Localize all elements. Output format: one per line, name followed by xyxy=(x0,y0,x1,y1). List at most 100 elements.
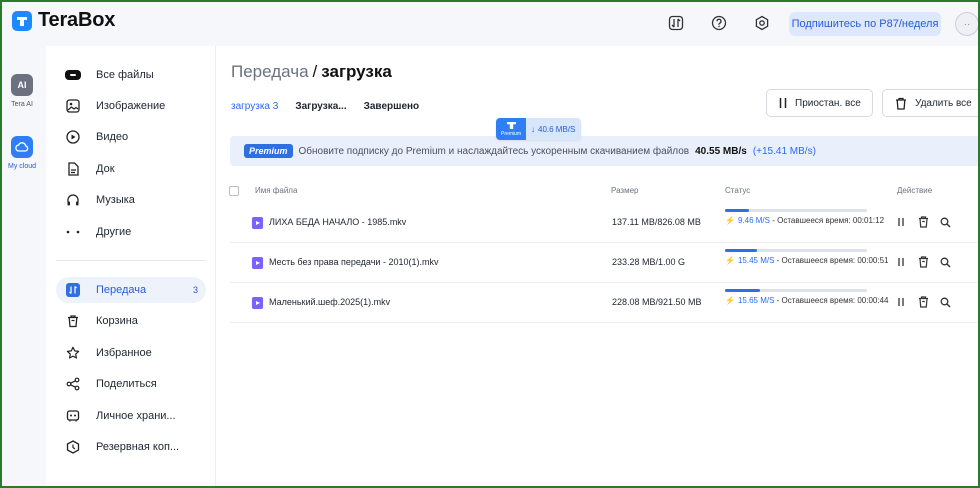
transfer-icon xyxy=(64,281,82,299)
sidebar-item-trash[interactable]: Корзина xyxy=(56,308,206,334)
progress-fill xyxy=(725,249,758,252)
locate-icon[interactable] xyxy=(939,295,951,309)
sidebar: Все файлы Изображение Видео Док Музыка Д… xyxy=(46,46,216,488)
premium-chip-speed: ↓ 40.6 MB/S xyxy=(526,118,582,140)
video-icon xyxy=(64,128,82,146)
time-remaining: - Оставшееся время: 00:01:12 xyxy=(769,216,885,225)
progress-bar xyxy=(725,249,867,252)
file-size: 137.11 MB/826.08 MB xyxy=(612,217,701,227)
file-size: 228.08 MB/921.50 MB xyxy=(612,297,702,307)
locate-icon[interactable] xyxy=(939,255,951,269)
sidebar-item-label: Корзина xyxy=(96,315,138,327)
tab-completed[interactable]: Завершено xyxy=(364,101,420,112)
sidebar-item-other[interactable]: Другие xyxy=(56,219,206,245)
settings-icon[interactable] xyxy=(751,12,773,34)
delete-icon[interactable] xyxy=(917,295,929,309)
sidebar-item-all-files[interactable]: Все файлы xyxy=(56,62,206,88)
rail-item-tera-ai[interactable]: AI Tera AI xyxy=(0,74,44,108)
sidebar-item-label: Резервная коп... xyxy=(96,441,180,453)
sidebar-item-images[interactable]: Изображение xyxy=(56,93,206,119)
speed-bolt-icon: ⚡ xyxy=(725,256,735,265)
sidebar-item-favorites[interactable]: Избранное xyxy=(56,340,206,366)
pause-icon[interactable] xyxy=(895,255,907,269)
sidebar-item-private-vault[interactable]: Личное храни... xyxy=(56,403,206,429)
sidebar-item-backup[interactable]: Резервная коп... xyxy=(56,434,206,460)
sidebar-item-label: Изображение xyxy=(96,100,166,112)
video-file-icon xyxy=(252,297,263,309)
sidebar-divider xyxy=(56,260,206,261)
rail-label: My cloud xyxy=(7,163,36,170)
delete-icon[interactable] xyxy=(917,215,929,229)
sidebar-item-video[interactable]: Видео xyxy=(56,124,206,150)
premium-speed-chip[interactable]: Premium ↓ 40.6 MB/S xyxy=(496,118,582,140)
download-speed: 15.65 M/S xyxy=(737,296,775,305)
subscribe-button[interactable]: Подпишитесь по P87/неделя xyxy=(789,12,941,36)
cloud-icon xyxy=(11,136,33,158)
file-name: Маленький.шеф.2025(1).mkv xyxy=(269,297,391,307)
file-size: 233.28 MB/1.00 G xyxy=(612,257,686,267)
delete-all-label: Удалить все xyxy=(915,97,972,109)
download-speed: 15.45 M/S xyxy=(737,256,775,265)
download-status: ⚡ 15.45 M/S - Оставшееся время: 00:00:51 xyxy=(725,249,895,266)
page-title: загрузка xyxy=(321,62,392,81)
rail-label: Tera AI xyxy=(11,101,33,108)
promo-extra-speed: (+15.41 MB/s) xyxy=(752,145,816,157)
sidebar-item-transfer[interactable]: Передача 3 xyxy=(56,277,206,303)
transfer-tabs: загрузка 3 Загрузка... Завершено xyxy=(231,101,419,112)
breadcrumb-transfer[interactable]: Передача xyxy=(231,62,309,81)
transfer-count-badge: 3 xyxy=(192,285,198,295)
download-arrow-icon: ↓ xyxy=(531,124,535,134)
delete-all-button[interactable]: Удалить все xyxy=(882,89,980,117)
app-name: TeraBox xyxy=(38,9,116,31)
tab-uploads[interactable]: Загрузка... xyxy=(295,101,346,112)
rail-item-my-cloud[interactable]: My cloud xyxy=(0,136,44,170)
app-logo[interactable]: TeraBox xyxy=(12,9,115,32)
ai-icon: AI xyxy=(11,74,33,96)
premium-chip-label: Premium xyxy=(500,131,521,137)
image-icon xyxy=(64,97,82,115)
time-remaining: - Оставшееся время: 00:00:44 xyxy=(774,296,889,305)
sidebar-item-share[interactable]: Поделиться xyxy=(56,371,206,397)
app-rail: AI Tera AI My cloud xyxy=(0,46,46,488)
table-row[interactable]: Маленький.шеф.2025(1).mkv 228.08 MB/921.… xyxy=(230,283,980,323)
download-status: ⚡ 15.65 M/S - Оставшееся время: 00:00:44 xyxy=(725,289,895,306)
sidebar-item-label: Другие xyxy=(96,226,132,238)
file-name: Месть без права передачи - 2010(1).mkv xyxy=(269,257,439,267)
download-speed: 9.46 M/S xyxy=(737,216,770,225)
premium-promo-banner[interactable]: Premium Обновите подписку до Premium и н… xyxy=(230,136,980,166)
breadcrumb-separator: / xyxy=(312,62,318,81)
select-all-checkbox[interactable] xyxy=(229,186,239,196)
progress-bar xyxy=(725,289,867,292)
table-row[interactable]: ЛИХА БЕДА НАЧАЛО - 1985.mkv 137.11 MB/82… xyxy=(230,203,980,243)
terabox-logo-icon xyxy=(12,10,32,31)
column-size: Размер xyxy=(611,186,639,195)
transfer-icon[interactable] xyxy=(665,12,687,34)
pause-all-button[interactable]: Приостан. все xyxy=(766,89,873,117)
avatar[interactable]: ·· xyxy=(955,12,979,36)
table-row[interactable]: Месть без права передачи - 2010(1).mkv 2… xyxy=(230,243,980,283)
pause-icon[interactable] xyxy=(895,215,907,229)
column-status: Статус xyxy=(725,186,751,195)
all-files-icon xyxy=(64,66,82,84)
document-icon xyxy=(64,160,82,178)
pause-icon xyxy=(779,97,787,109)
share-icon xyxy=(64,375,82,393)
sidebar-item-label: Личное храни... xyxy=(96,410,176,422)
pause-icon[interactable] xyxy=(895,295,907,309)
locate-icon[interactable] xyxy=(939,215,951,229)
sidebar-item-docs[interactable]: Док xyxy=(56,156,206,182)
pause-all-label: Приостан. все xyxy=(795,97,861,109)
sidebar-item-music[interactable]: Музыка xyxy=(56,187,206,213)
main-panel: Передача / загрузка загрузка 3 Загрузка...… xyxy=(216,46,980,488)
sidebar-item-label: Видео xyxy=(96,131,129,143)
star-icon xyxy=(64,344,82,362)
music-icon xyxy=(64,191,82,209)
delete-icon[interactable] xyxy=(917,255,929,269)
row-actions xyxy=(895,295,951,309)
help-icon[interactable] xyxy=(708,12,730,34)
tab-downloads[interactable]: загрузка 3 xyxy=(231,101,278,112)
table-header: Имя файла Размер Статус Действие xyxy=(216,183,980,201)
time-remaining: - Оставшееся время: 00:00:51 xyxy=(774,256,889,265)
breadcrumb: Передача / загрузка xyxy=(231,62,392,82)
sidebar-item-label: Избранное xyxy=(96,347,152,359)
